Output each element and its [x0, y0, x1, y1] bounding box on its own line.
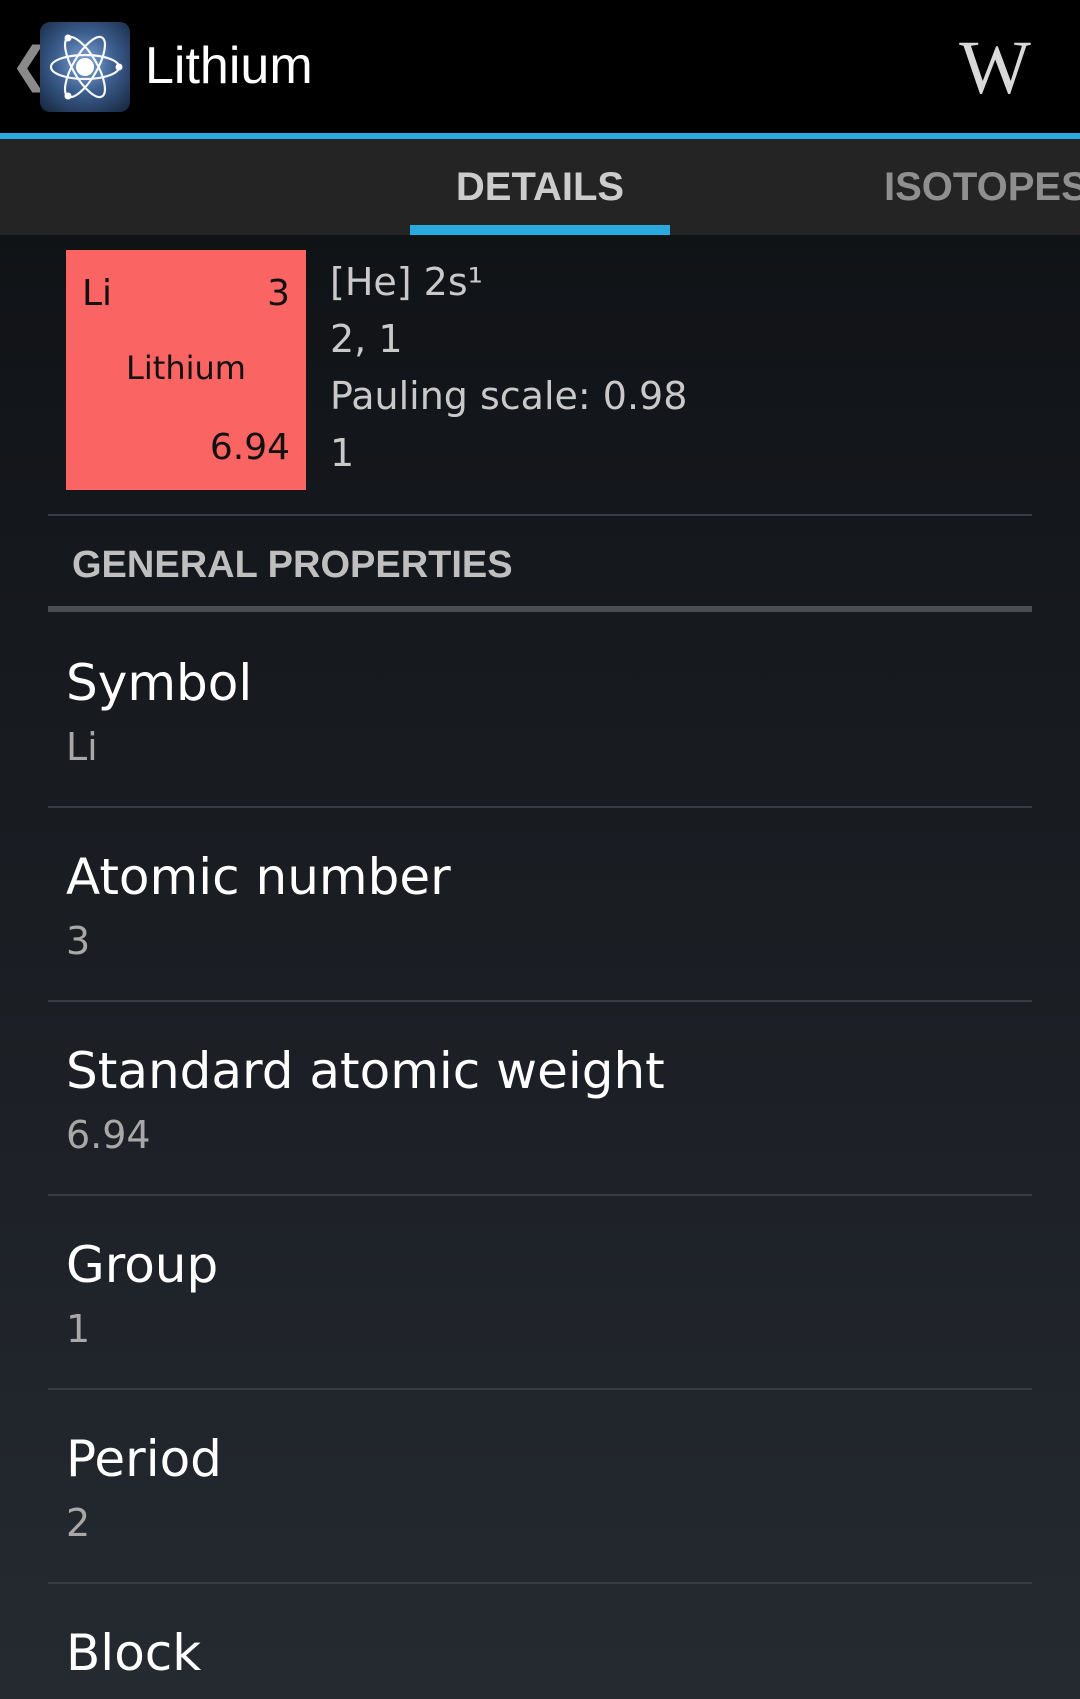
property-value: 2 — [66, 1501, 91, 1545]
tab-isotopes[interactable]: ISOTOPES — [884, 139, 1080, 235]
element-tile: Li 3 Lithium 6.94 — [66, 250, 306, 490]
property-label: Standard atomic weight — [66, 1042, 665, 1100]
electrons-per-shell: 2, 1 — [330, 317, 403, 361]
action-bar: ❮ Lithium W — [0, 0, 1080, 139]
tile-symbol: Li — [82, 273, 113, 314]
property-value: 1 — [66, 1307, 91, 1351]
oxidation-state: 1 — [330, 431, 355, 475]
property-row-atomic-number[interactable]: Atomic number 3 — [48, 806, 1032, 1000]
tile-weight: 6.94 — [209, 427, 290, 468]
tile-name: Lithium — [126, 349, 246, 387]
back-chevron-icon[interactable]: ❮ — [10, 40, 50, 90]
property-label: Block — [66, 1624, 202, 1682]
element-summary: [He] 2s¹ 2, 1 Pauling scale: 0.98 1 — [330, 254, 687, 482]
divider — [48, 514, 1032, 516]
property-row-period[interactable]: Period 2 — [48, 1388, 1032, 1582]
property-row-standard-atomic-weight[interactable]: Standard atomic weight 6.94 — [48, 1000, 1032, 1194]
tab-strip: DETAILS ISOTOPES — [0, 139, 1080, 235]
property-row-group[interactable]: Group 1 — [48, 1194, 1032, 1388]
property-label: Period — [66, 1430, 222, 1488]
atom-icon[interactable] — [40, 22, 130, 112]
property-label: Group — [66, 1236, 219, 1294]
tab-indicator — [410, 225, 670, 235]
property-row-block[interactable]: Block — [48, 1582, 1032, 1699]
tab-details[interactable]: DETAILS — [410, 139, 670, 235]
property-value: 6.94 — [66, 1113, 151, 1157]
electronegativity: Pauling scale: 0.98 — [330, 374, 688, 418]
wikipedia-icon[interactable]: W — [950, 28, 1040, 108]
property-label: Atomic number — [66, 848, 451, 906]
property-label: Symbol — [66, 654, 253, 712]
tile-atomic-number: 3 — [267, 273, 290, 314]
electron-configuration: [He] 2s¹ — [330, 260, 483, 304]
property-value: 3 — [66, 919, 91, 963]
property-row-symbol[interactable]: Symbol Li — [48, 612, 1032, 806]
page-title: Lithium — [145, 37, 313, 95]
section-header: GENERAL PROPERTIES — [72, 544, 513, 586]
property-value: Li — [66, 725, 98, 769]
